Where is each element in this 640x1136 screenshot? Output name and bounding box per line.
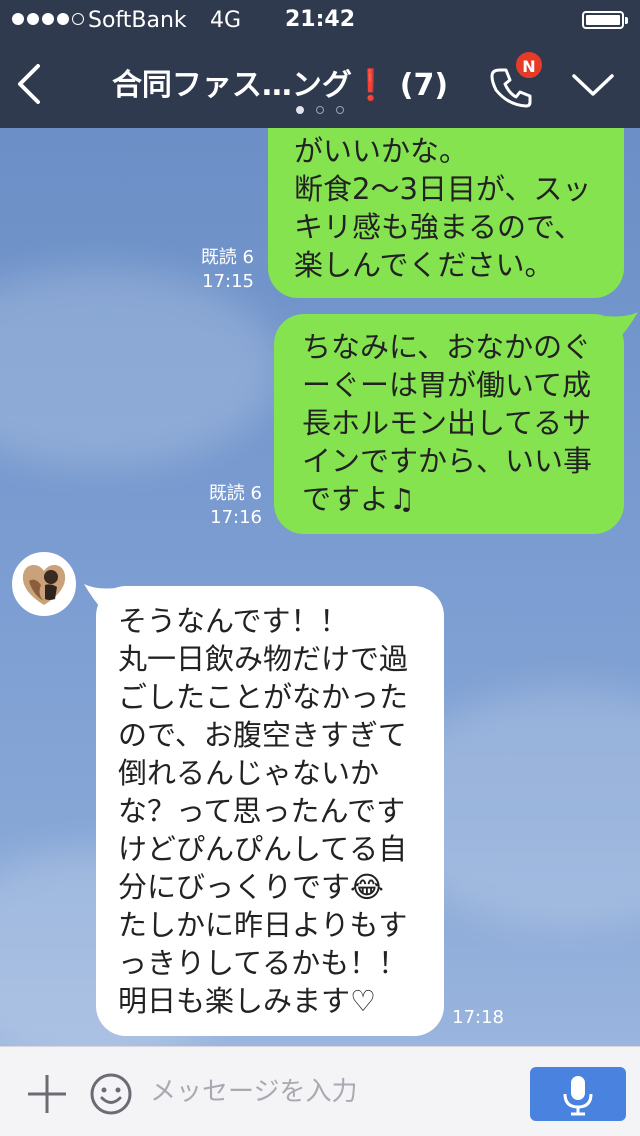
chevron-left-icon xyxy=(18,64,40,104)
status-bar: SoftBank 4G 21:42 xyxy=(0,0,640,40)
message-meta: 既読 6 17:16 xyxy=(180,482,262,530)
received-message-bubble[interactable]: そうなんです！！ 丸一日飲み物だけで過 ごしたことがなかった ので、お腹空きすぎ… xyxy=(96,586,444,1036)
nav-bar: 合同ファス…ング❗ (7) N xyxy=(0,40,640,128)
read-receipt: 既読 6 xyxy=(200,247,254,268)
emoji-button[interactable] xyxy=(88,1071,134,1117)
message-time: 17:18 xyxy=(452,1007,504,1028)
bubble-tail xyxy=(606,312,638,340)
exclamation-mark-icon: ❗ xyxy=(351,68,390,103)
battery-icon xyxy=(582,11,628,29)
message-meta: 既読 6 17:15 xyxy=(172,246,254,294)
plus-button[interactable] xyxy=(24,1071,70,1117)
read-receipt: 既読 6 xyxy=(208,483,262,504)
message-input[interactable] xyxy=(150,1069,510,1115)
chat-title[interactable]: 合同ファス…ング❗ (7) xyxy=(110,60,450,104)
page-dot xyxy=(296,106,304,114)
chevron-down-icon xyxy=(572,74,614,96)
microphone-icon xyxy=(563,1076,593,1116)
page-dot xyxy=(336,106,344,114)
back-button[interactable] xyxy=(12,60,48,108)
voice-button[interactable] xyxy=(530,1067,626,1121)
background-cloud xyxy=(0,268,280,468)
status-time: 21:42 xyxy=(284,7,356,32)
message-time: 17:15 xyxy=(202,271,254,292)
input-bar xyxy=(0,1046,640,1136)
header: SoftBank 4G 21:42 合同ファス…ング❗ (7) N xyxy=(0,0,640,128)
avatar[interactable] xyxy=(12,552,76,616)
menu-button[interactable] xyxy=(568,68,618,104)
plus-icon xyxy=(28,1075,66,1113)
page-indicator xyxy=(0,106,640,114)
my-message-bubble[interactable]: がいいかな。 断食2〜3日目が、スッ キリ感も強まるので、 楽しんでください。 xyxy=(268,128,624,298)
page-dot xyxy=(316,106,324,114)
heart-photo-icon xyxy=(15,555,73,613)
message-list[interactable]: がいいかな。 断食2〜3日目が、スッ キリ感も強まるので、 楽しんでください。 … xyxy=(0,128,640,1046)
notification-badge: N xyxy=(514,50,544,80)
group-name: 合同ファス…ング xyxy=(111,68,352,103)
smiley-icon xyxy=(90,1073,132,1115)
message-time: 17:16 xyxy=(210,507,262,528)
chat-screen: SoftBank 4G 21:42 合同ファス…ング❗ (7) N がいいかな。… xyxy=(0,0,640,1136)
member-count: (7) xyxy=(399,68,449,103)
my-message-bubble[interactable]: ちなみに、おなかのぐ ーぐーは胃が働いて成 長ホルモン出してるサ インですから、… xyxy=(274,314,624,534)
